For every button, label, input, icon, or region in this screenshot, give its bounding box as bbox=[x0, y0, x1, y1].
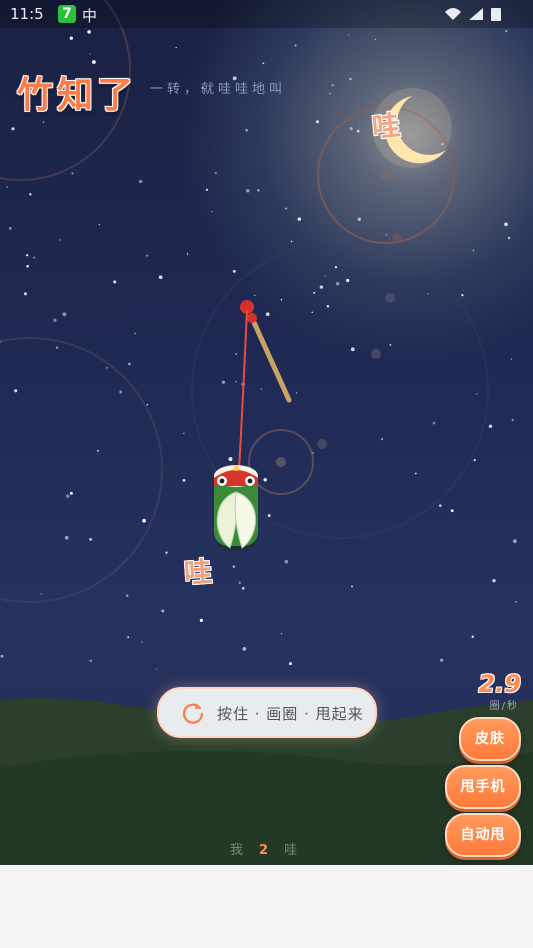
speed-unit: 圈/秒 bbox=[489, 701, 519, 712]
hint-pill[interactable]: 按住 · 画圈 · 甩起来 bbox=[157, 687, 377, 738]
status-bar: 11:5 7 中 bbox=[0, 0, 533, 28]
notification-badge-icon: 7 bbox=[58, 5, 76, 23]
rotate-icon bbox=[182, 703, 204, 724]
floating-word: 哇 bbox=[182, 555, 214, 590]
status-time: 11:5 bbox=[10, 5, 44, 23]
status-icons bbox=[445, 8, 501, 21]
skin-button[interactable]: 皮肤 bbox=[459, 717, 521, 761]
shake-phone-button[interactable]: 甩手机 bbox=[445, 765, 521, 809]
bamboo-stick bbox=[249, 315, 292, 403]
string bbox=[238, 309, 248, 471]
wa-counter: 我 2 哇 bbox=[0, 839, 533, 858]
signal-icon bbox=[469, 8, 483, 20]
wifi-icon bbox=[445, 8, 461, 20]
app-title: 竹知了 bbox=[17, 75, 138, 116]
speed-value: 2.9 bbox=[478, 670, 521, 698]
app-subtitle: 一转，就哇哇地叫 bbox=[150, 82, 287, 97]
decor-ring bbox=[0, 337, 163, 603]
floating-word: 哇 bbox=[370, 108, 402, 145]
counter-number: 2 bbox=[258, 843, 275, 858]
counter-suffix: 哇 bbox=[284, 843, 304, 858]
bottom-blank-area bbox=[0, 865, 533, 948]
battery-icon bbox=[491, 8, 501, 21]
cicada-icon[interactable] bbox=[214, 465, 258, 551]
hint-label: 按住 · 画圈 · 甩起来 bbox=[217, 705, 364, 723]
counter-prefix: 我 bbox=[229, 843, 249, 858]
status-carrier: 中 bbox=[82, 7, 98, 25]
game-stage[interactable]: 11:5 7 中 竹知了 一转，就哇哇地叫 哇 哇 按住 · 画圈 · 甩起来 … bbox=[0, 0, 533, 865]
